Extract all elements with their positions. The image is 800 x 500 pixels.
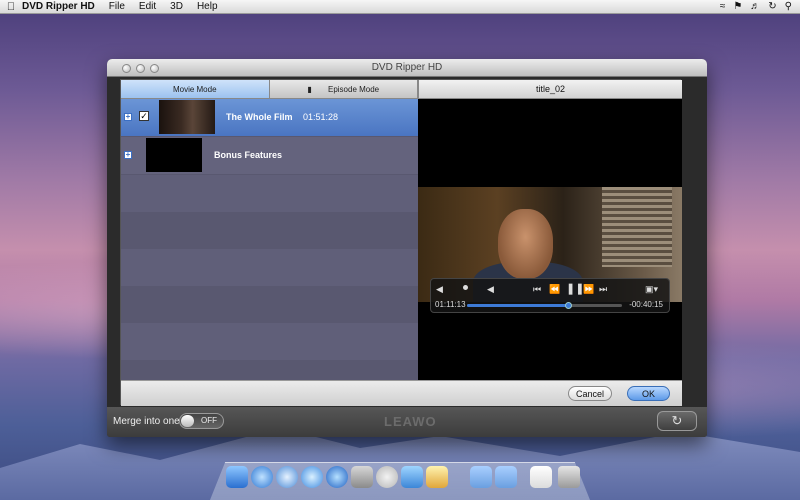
progress-bar[interactable] [467, 302, 622, 309]
empty-row [121, 175, 418, 212]
system-preferences-icon[interactable] [376, 466, 398, 488]
fast-forward-icon[interactable]: ⏩ [583, 284, 594, 295]
sync-icon[interactable]: ↻ [768, 1, 776, 12]
window-title: DVD Ripper HD [371, 62, 443, 73]
brand-logo: LEAWO [384, 414, 437, 429]
wifi-icon[interactable]: ≈ [720, 1, 726, 12]
video-preview: ◀ ◀ ⏮ ⏪ ❚❚ ⏩ ⏭ ▣▾ 01:11:13 -00:40:15 [418, 99, 682, 380]
convert-button[interactable]: ↻ [657, 411, 697, 431]
preview-title: title_02 [418, 80, 682, 99]
finder-icon[interactable] [226, 466, 248, 488]
merge-label: Merge into one [113, 416, 180, 427]
tab-label: Episode Mode [327, 85, 380, 94]
thumbnail [146, 138, 202, 172]
camera-icon[interactable]: ▣▾ [645, 284, 658, 295]
applications-folder-icon[interactable] [470, 466, 492, 488]
video-figure-face [498, 209, 553, 279]
cancel-button[interactable]: Cancel [568, 386, 612, 401]
title-name: Bonus Features [214, 150, 283, 160]
convert-icon: ↻ [671, 413, 683, 428]
progress-handle[interactable] [564, 302, 572, 309]
apple-icon[interactable]:  [0, 1, 22, 13]
empty-row [121, 249, 418, 286]
mode-tabs: Movie Mode ▮ Episode Mode [121, 80, 418, 99]
tab-movie-mode[interactable]: Movie Mode [121, 80, 270, 99]
list-item[interactable]: + ✓ The Whole Film 01:51:28 [121, 99, 418, 136]
facetime-icon[interactable] [301, 466, 323, 488]
title-select-dialog: Movie Mode ▮ Episode Mode title_02 + ✓ T… [120, 79, 682, 406]
documents-folder-icon[interactable] [495, 466, 517, 488]
preview-icon[interactable] [401, 466, 423, 488]
expand-icon[interactable]: + [124, 151, 132, 159]
pause-icon[interactable]: ❚❚ [566, 282, 584, 295]
document-icon[interactable] [530, 466, 552, 488]
minimize-window-button[interactable] [136, 64, 145, 73]
remaining-time: -00:40:15 [629, 300, 663, 309]
app-menu[interactable]: DVD Ripper HD [22, 1, 95, 12]
volume-slider[interactable] [463, 285, 468, 290]
window-titlebar: DVD Ripper HD [107, 59, 707, 77]
photo-booth-icon[interactable] [351, 466, 373, 488]
trash-icon[interactable] [558, 466, 580, 488]
app-store-icon[interactable] [251, 466, 273, 488]
keychain-icon[interactable] [426, 466, 448, 488]
elapsed-time: 01:11:13 [435, 300, 466, 309]
title-list: + ✓ The Whole Film 01:51:28 + Bonus Feat… [121, 99, 418, 380]
skip-forward-icon[interactable]: ⏭ [599, 284, 607, 295]
menu-help[interactable]: Help [197, 1, 218, 12]
rewind-icon[interactable]: ⏪ [549, 284, 560, 295]
video-blinds [602, 187, 672, 267]
tab-label: Movie Mode [172, 85, 217, 94]
checkbox[interactable]: ✓ [139, 111, 149, 121]
menu-edit[interactable]: Edit [139, 1, 156, 12]
progress-fill [467, 304, 568, 307]
title-name: The Whole Film [226, 112, 293, 122]
skip-back-icon[interactable]: ⏮ [533, 284, 541, 295]
title-duration: 01:51:28 [303, 112, 339, 122]
expand-icon[interactable]: + [124, 113, 132, 121]
volume-low-icon[interactable]: ◀ [436, 284, 443, 295]
zoom-window-button[interactable] [150, 64, 159, 73]
list-item[interactable]: + Bonus Features [121, 137, 418, 174]
safari-icon[interactable] [276, 466, 298, 488]
flag-icon[interactable]: ⚑ [733, 1, 742, 12]
dialog-footer: Cancel OK [121, 380, 682, 406]
menu-3d[interactable]: 3D [170, 1, 183, 12]
tab-episode-mode[interactable]: ▮ Episode Mode [269, 80, 418, 99]
toggle-state: OFF [201, 416, 217, 425]
ok-button[interactable]: OK [627, 386, 670, 401]
empty-row [121, 323, 418, 360]
window-bottom-bar: Merge into one OFF LEAWO ↻ [107, 407, 707, 437]
volume-high-icon[interactable]: ◀ [487, 284, 494, 295]
merge-toggle[interactable]: OFF [179, 413, 224, 429]
toggle-knob [181, 415, 194, 427]
spotlight-icon[interactable]: ⚲ [785, 1, 792, 12]
thumbnail [159, 100, 215, 134]
player-controls: ◀ ◀ ⏮ ⏪ ❚❚ ⏩ ⏭ ▣▾ 01:11:13 -00:40:15 [430, 278, 670, 313]
menu-bar:  DVD Ripper HD File Edit 3D Help ≈ ⚑ ♬ … [0, 0, 800, 14]
menu-file[interactable]: File [109, 1, 125, 12]
itunes-icon[interactable] [326, 466, 348, 488]
film-icon: ▮ [307, 85, 312, 94]
volume-icon[interactable]: ♬ [750, 1, 760, 12]
close-window-button[interactable] [122, 64, 131, 73]
